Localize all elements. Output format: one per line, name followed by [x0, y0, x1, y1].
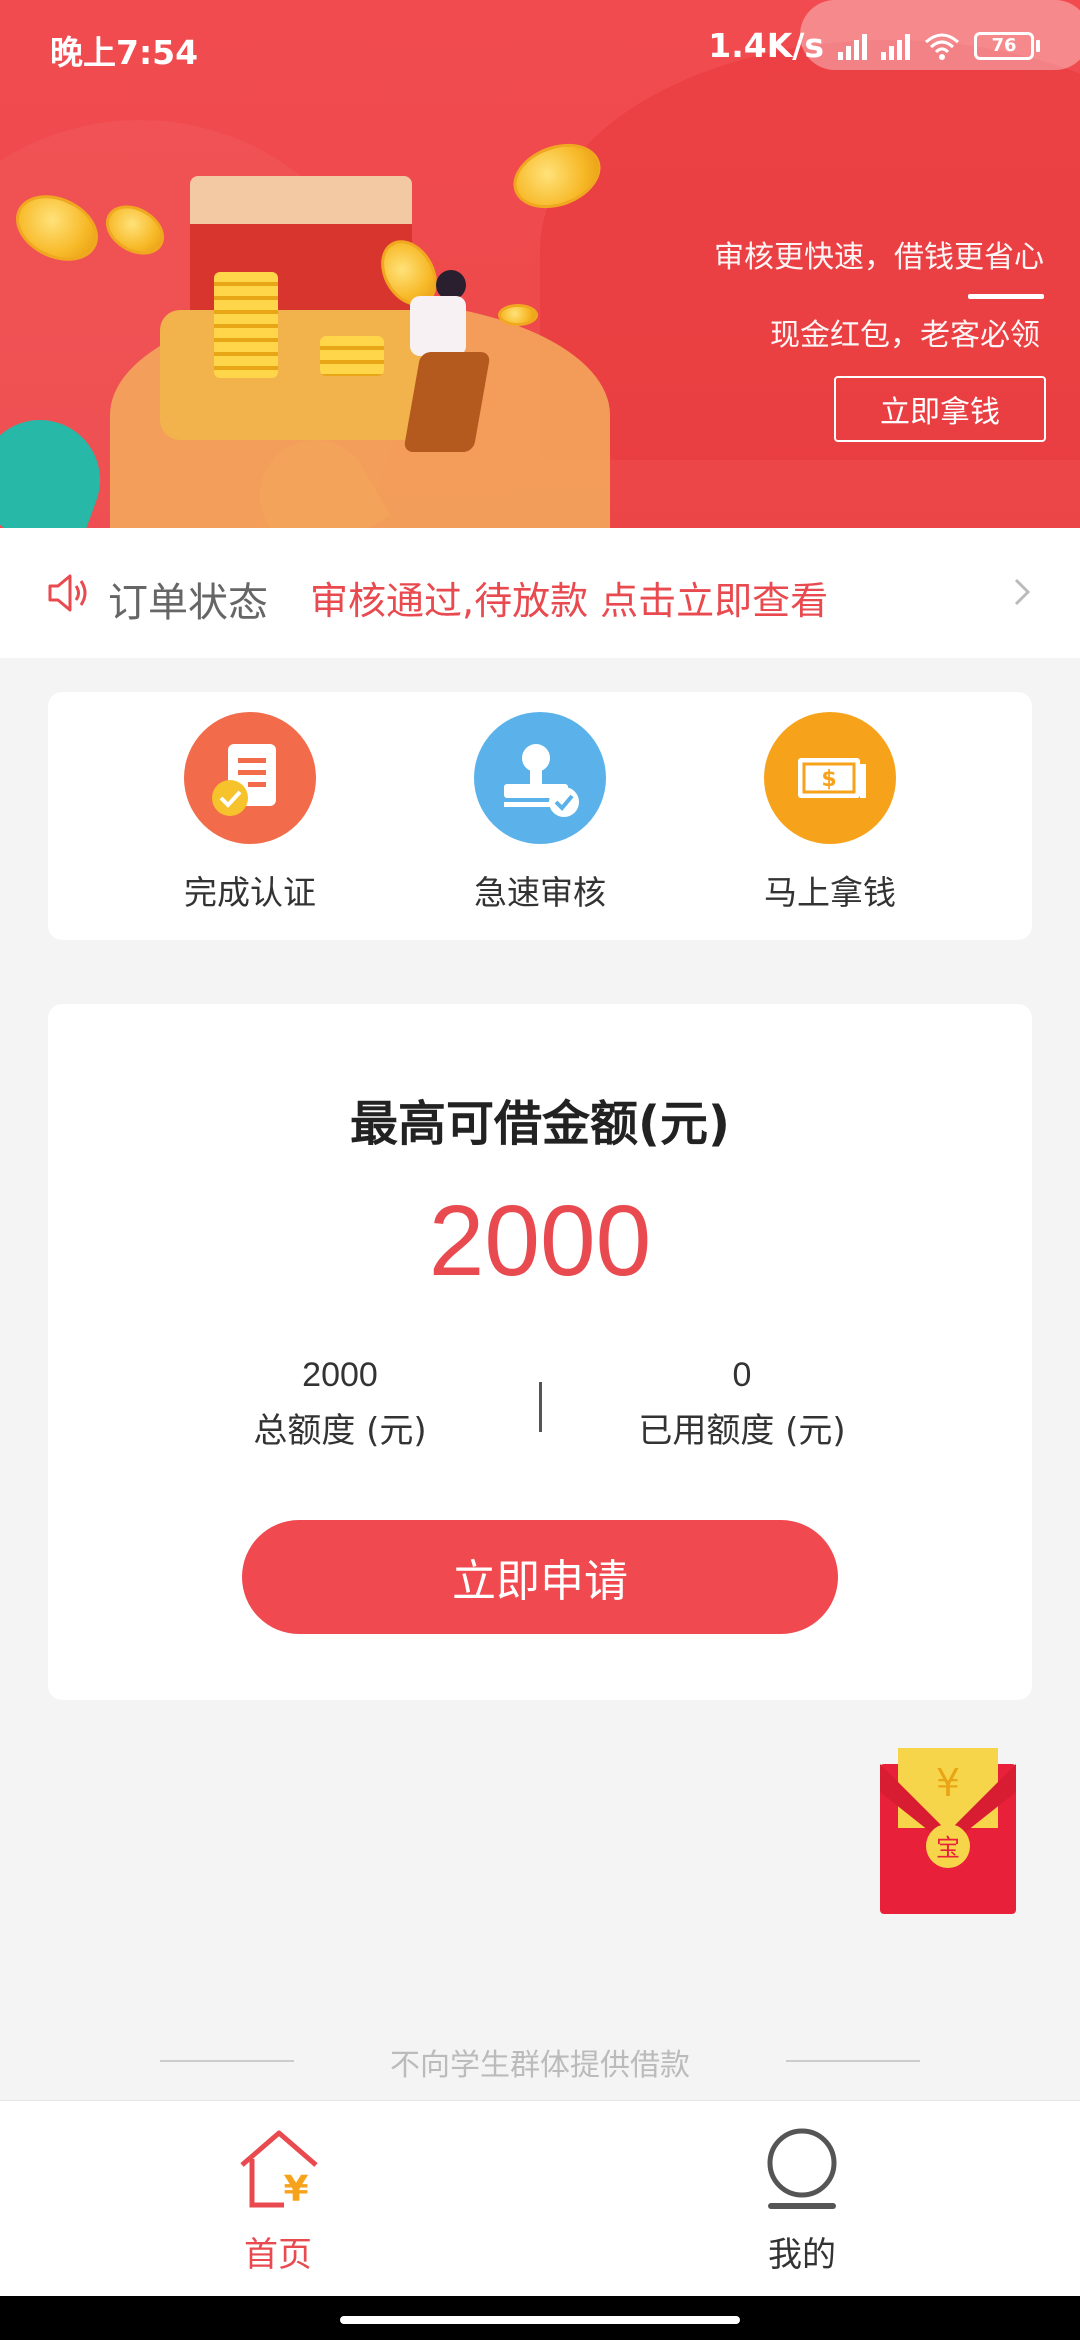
- step-get-money: $ 马上拿钱: [720, 712, 940, 914]
- disclaimer: 不向学生群体提供借款: [0, 2040, 1080, 2083]
- total-quota-label: 总额度 (元): [253, 1411, 427, 1451]
- stat-divider: [539, 1382, 542, 1432]
- status-icons: 1.4K/s 76: [708, 26, 1040, 65]
- network-speed: 1.4K/s: [708, 26, 824, 65]
- red-envelope-icon[interactable]: ¥ 宝: [876, 1746, 1020, 1918]
- total-quota-value: 2000: [302, 1356, 378, 1394]
- signal-icon: [838, 32, 867, 60]
- loan-title: 最高可借金额(元): [350, 1096, 730, 1152]
- step-label: 马上拿钱: [764, 873, 896, 912]
- app-screen: 晚上7:54 1.4K/s 76 审核更快速，借钱更省心 现金红包，老客必领 立…: [0, 0, 1080, 2340]
- banner-divider: [968, 294, 1044, 299]
- signal-icon: [881, 32, 910, 60]
- svg-text:¥: ¥: [283, 2169, 308, 2210]
- stamp-icon: [474, 712, 606, 844]
- tab-mine[interactable]: 我的: [702, 2101, 902, 2297]
- profile-icon: [767, 2128, 837, 2209]
- step-label: 急速审核: [474, 873, 606, 912]
- battery-icon: 76: [974, 31, 1040, 60]
- wifi-icon: [924, 32, 960, 60]
- disclaimer-text: 不向学生群体提供借款: [390, 2048, 690, 2083]
- cash-icon: $: [764, 712, 896, 844]
- total-quota: 2000 总额度 (元): [190, 1356, 490, 1452]
- bottom-tab-bar: ¥ 首页 我的: [0, 2100, 1080, 2296]
- speaker-icon: [46, 572, 92, 614]
- step-label: 完成认证: [184, 873, 316, 912]
- order-status-message[interactable]: 审核通过,待放款 点击立即查看: [310, 570, 828, 625]
- status-bar: 晚上7:54 1.4K/s 76: [0, 0, 1080, 96]
- document-check-icon: [184, 712, 316, 844]
- home-icon: ¥: [240, 2130, 318, 2210]
- tab-mine-label: 我的: [768, 2235, 836, 2275]
- used-quota-label: 已用额度 (元): [638, 1411, 846, 1451]
- order-status-label: 订单状态: [108, 580, 268, 626]
- apply-button[interactable]: 立即申请: [242, 1520, 838, 1634]
- svg-text:¥: ¥: [936, 1761, 960, 1805]
- step-verify: 完成认证: [140, 712, 360, 914]
- step-review: 急速审核: [430, 712, 650, 914]
- status-time: 晚上7:54: [50, 33, 199, 72]
- promo-banner[interactable]: 晚上7:54 1.4K/s 76 审核更快速，借钱更省心 现金红包，老客必领 立…: [0, 0, 1080, 528]
- banner-slogan: 审核更快速，借钱更省心: [714, 240, 1044, 275]
- chevron-right-icon[interactable]: [1010, 576, 1034, 608]
- get-money-button[interactable]: 立即拿钱: [834, 376, 1046, 442]
- divider-line: [160, 2060, 294, 2062]
- divider-line: [786, 2060, 920, 2062]
- loan-card: 最高可借金额(元) 2000 2000 总额度 (元) 0 已用额度 (元) 立…: [48, 1004, 1032, 1700]
- used-quota: 0 已用额度 (元): [592, 1356, 892, 1452]
- tab-home-label: 首页: [244, 2235, 312, 2275]
- home-indicator[interactable]: [340, 2316, 740, 2324]
- tab-home[interactable]: ¥ 首页: [178, 2101, 378, 2297]
- svg-text:$: $: [821, 767, 836, 792]
- used-quota-value: 0: [732, 1356, 752, 1394]
- battery-level: 76: [974, 31, 1034, 60]
- process-steps: 完成认证 急速审核 $ 马上拿钱: [48, 692, 1032, 940]
- loan-amount: 2000: [428, 1185, 652, 1297]
- order-status-bar[interactable]: 订单状态 审核通过,待放款 点击立即查看: [0, 528, 1080, 658]
- svg-text:宝: 宝: [936, 1834, 960, 1862]
- banner-subslogan: 现金红包，老客必领: [770, 318, 1040, 353]
